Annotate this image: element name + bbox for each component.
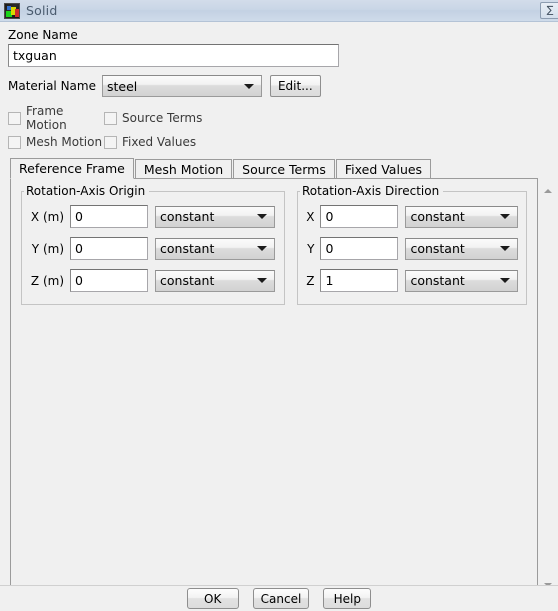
checkbox-source-terms[interactable]: Source Terms: [104, 111, 202, 125]
chevron-down-icon: [500, 246, 510, 251]
checkbox-box-icon: [8, 111, 21, 125]
checkbox-label: Source Terms: [122, 111, 203, 125]
vertical-scrollbar[interactable]: [540, 182, 556, 594]
checkbox-label: Mesh Motion: [26, 135, 103, 149]
edit-material-button[interactable]: Edit...: [269, 75, 321, 97]
checkbox-fixed-values[interactable]: Fixed Values: [104, 135, 196, 149]
window-controls: ∑: [540, 0, 558, 21]
tab-reference-frame[interactable]: Reference Frame: [10, 158, 134, 179]
direction-x-method-select[interactable]: constant: [405, 205, 518, 228]
ok-button[interactable]: OK: [186, 588, 239, 609]
material-name-select[interactable]: steel: [101, 75, 262, 97]
origin-row-x: X (m) constant: [30, 205, 276, 228]
chevron-down-icon: [257, 214, 267, 219]
axis-label: Z: [306, 273, 315, 288]
group-title: Rotation-Axis Origin: [24, 184, 150, 198]
direction-y-method-select[interactable]: constant: [405, 237, 518, 260]
origin-y-input[interactable]: [70, 237, 148, 260]
checkbox-label: Frame Motion: [26, 104, 67, 132]
direction-y-input[interactable]: [320, 237, 399, 260]
zone-options-row-2: Mesh Motion Fixed Values: [8, 135, 552, 149]
minimize-restore-button[interactable]: ∑: [540, 2, 558, 19]
checkbox-frame-motion[interactable]: Frame Motion: [8, 104, 104, 132]
direction-z-method-select[interactable]: constant: [405, 269, 518, 292]
axis-label: X (m): [30, 209, 64, 224]
tab-panel-reference-frame: Rotation-Axis Origin X (m) constant Y (m…: [10, 178, 538, 590]
fluent-app-icon: [4, 2, 20, 19]
checkbox-label: Fixed Values: [122, 135, 197, 149]
origin-x-method-value: constant: [160, 209, 215, 224]
axis-label: X: [306, 209, 315, 224]
tab-source-terms[interactable]: Source Terms: [233, 159, 335, 179]
group-title: Rotation-Axis Direction: [300, 184, 444, 198]
window-titlebar: Solid ∑: [0, 0, 558, 22]
group-rotation-axis-direction: Rotation-Axis Direction X constant Y con…: [297, 184, 527, 305]
zone-options-row-1: Frame Motion Source Terms: [8, 104, 552, 132]
origin-row-y: Y (m) constant: [30, 237, 276, 260]
help-button[interactable]: Help: [323, 588, 372, 609]
window-title: Solid: [26, 3, 58, 18]
axis-label: Y (m): [31, 241, 64, 256]
chevron-down-icon: [500, 278, 510, 283]
origin-y-method-select[interactable]: constant: [155, 237, 275, 260]
zone-options: Frame Motion Source Terms Mesh Motion Fi…: [8, 104, 552, 149]
tab-bar: Reference Frame Mesh Motion Source Terms…: [10, 158, 552, 179]
direction-y-method-value: constant: [410, 241, 465, 256]
dialog-body: Zone Name Material Name steel Edit... Fr…: [0, 22, 558, 594]
chevron-down-icon: [257, 278, 267, 283]
origin-z-method-select[interactable]: constant: [155, 269, 275, 292]
cancel-button[interactable]: Cancel: [252, 588, 310, 609]
chevron-down-icon: [243, 83, 254, 89]
origin-y-method-value: constant: [160, 241, 215, 256]
direction-x-input[interactable]: [320, 205, 399, 228]
direction-row-x: X constant: [306, 205, 518, 228]
origin-z-input[interactable]: [70, 269, 148, 292]
material-name-value: steel: [106, 78, 138, 94]
origin-z-method-value: constant: [160, 273, 215, 288]
direction-z-method-value: constant: [410, 273, 465, 288]
material-name-label: Material Name: [8, 79, 96, 93]
zone-name-input[interactable]: [8, 44, 339, 67]
checkbox-box-icon: [104, 135, 117, 149]
zone-name-label: Zone Name: [8, 28, 78, 42]
origin-x-input[interactable]: [70, 205, 148, 228]
chevron-down-icon: [500, 214, 510, 219]
checkbox-box-icon: [104, 111, 117, 125]
checkbox-mesh-motion[interactable]: Mesh Motion: [8, 135, 104, 149]
direction-x-method-value: constant: [410, 209, 465, 224]
tab-mesh-motion[interactable]: Mesh Motion: [134, 159, 233, 179]
origin-row-z: Z (m) constant: [30, 269, 276, 292]
scroll-up-arrow-icon[interactable]: [541, 184, 555, 198]
direction-row-y: Y constant: [306, 237, 518, 260]
chevron-down-icon: [257, 246, 267, 251]
direction-row-z: Z constant: [306, 269, 518, 292]
checkbox-box-icon: [8, 135, 21, 149]
axis-label: Z (m): [30, 273, 64, 288]
group-rotation-axis-origin: Rotation-Axis Origin X (m) constant Y (m…: [21, 184, 285, 305]
material-name-row: Material Name steel Edit...: [8, 75, 552, 97]
reference-frame-groups: Rotation-Axis Origin X (m) constant Y (m…: [11, 179, 537, 305]
direction-z-input[interactable]: [320, 269, 399, 292]
tab-fixed-values[interactable]: Fixed Values: [335, 159, 432, 179]
origin-x-method-select[interactable]: constant: [155, 205, 275, 228]
axis-label: Y: [307, 241, 315, 256]
dialog-footer: OK Cancel Help: [0, 585, 558, 611]
